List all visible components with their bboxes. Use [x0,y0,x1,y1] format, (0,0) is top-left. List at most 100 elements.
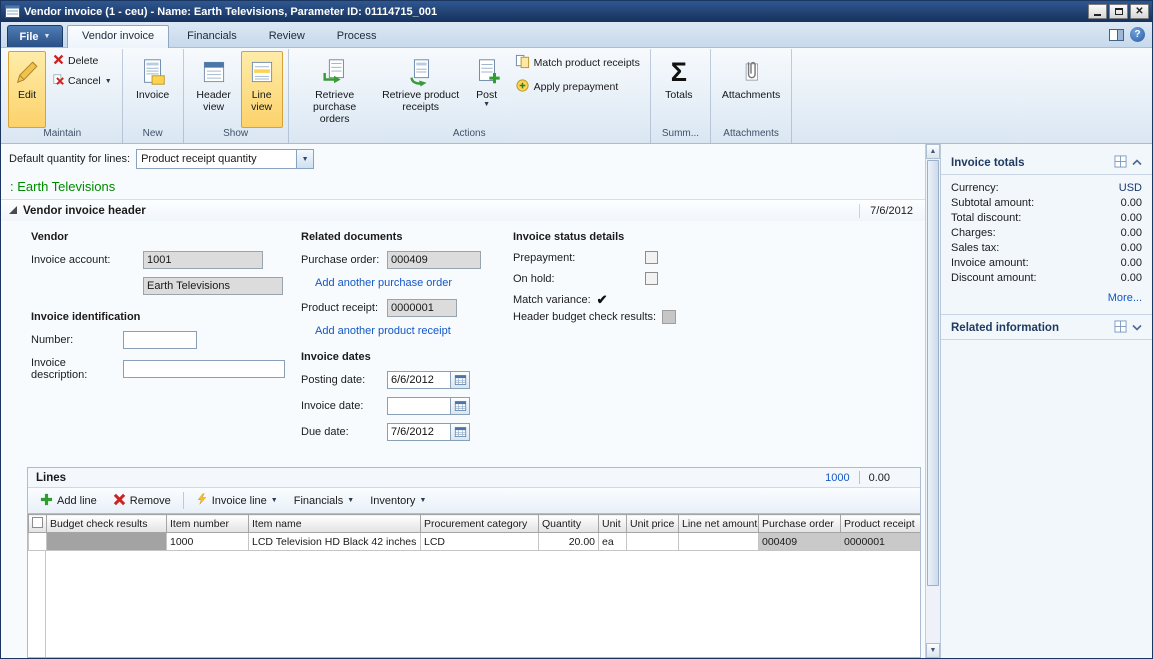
close-button[interactable]: ✕ [1130,4,1149,19]
remove-line-button[interactable]: Remove [106,491,178,511]
factbox-menu-icon[interactable] [1114,155,1127,171]
tab-financials[interactable]: Financials [173,26,251,47]
inventory-menu-button[interactable]: Inventory ▼ [363,493,433,509]
delete-button[interactable]: Delete [48,52,103,70]
edit-button[interactable]: Edit [8,51,46,128]
select-all-header[interactable] [29,515,47,533]
group-label-attachments: Attachments [714,128,788,143]
prepayment-checkbox[interactable] [645,251,658,264]
cancel-button[interactable]: Cancel ▼ [48,72,117,90]
chevron-down-icon[interactable] [1132,322,1142,334]
due-date-calendar-button[interactable] [451,423,470,441]
remove-label: Remove [130,495,171,507]
col-quantity[interactable]: Quantity [539,515,599,533]
header-view-icon [200,55,228,89]
select-all-checkbox[interactable] [32,517,43,528]
more-link[interactable]: More... [951,292,1142,304]
product-receipt-field[interactable]: 0000001 [387,299,457,317]
default-quantity-combobox[interactable]: Product receipt quantity ▼ [136,149,314,169]
invoice-account-field[interactable]: 1001 [143,251,263,269]
column-related-documents: Related documents Purchase order: 000409… [301,223,513,449]
col-budget-check-results[interactable]: Budget check results [47,515,167,533]
col-unit-price[interactable]: Unit price [627,515,679,533]
row-selector-cell[interactable] [29,533,47,551]
col-unit[interactable]: Unit [599,515,627,533]
col-item-number[interactable]: Item number [167,515,249,533]
invoice-description-input[interactable] [123,360,285,378]
line-view-button[interactable]: Line view [241,51,283,128]
table-row[interactable]: 1000 LCD Television HD Black 42 inches L… [29,533,921,551]
invoice-amount-label: Invoice amount: [951,257,1029,269]
invoice-identification-group-title: Invoice identification [31,311,301,323]
col-line-net-amount[interactable]: Line net amount [679,515,759,533]
divider [941,174,1152,175]
scrollbar-thumb[interactable] [927,160,939,586]
item-name-cell[interactable]: LCD Television HD Black 42 inches [249,533,421,551]
add-purchase-order-link[interactable]: Add another purchase order [315,277,513,289]
attachments-button[interactable]: Attachments [716,51,786,128]
apply-prepayment-button[interactable]: Apply prepayment [510,76,624,98]
invoice-date-calendar-button[interactable] [451,397,470,415]
section-title: Vendor invoice header [23,205,146,217]
header-view-button[interactable]: Header view [189,51,239,128]
number-input[interactable] [123,331,197,349]
tab-process[interactable]: Process [323,26,391,47]
help-icon: ? [1130,27,1145,42]
divider [859,471,860,484]
unit-cell[interactable]: ea [599,533,627,551]
add-line-button[interactable]: Add line [33,491,104,511]
add-product-receipt-link[interactable]: Add another product receipt [315,325,513,337]
invoice-line-menu-button[interactable]: Invoice line ▼ [189,490,285,511]
combobox-dropdown-button[interactable]: ▼ [296,150,313,168]
file-menu-button[interactable]: File▼ [7,25,63,47]
budget-check-cell [47,533,167,551]
retrieve-purchase-orders-button[interactable]: Retrieve purchase orders [294,51,376,128]
retrieve-product-receipts-button[interactable]: Retrieve product receipts [378,51,464,128]
col-procurement-category[interactable]: Procurement category [421,515,539,533]
posting-date-input[interactable] [387,371,451,389]
match-product-receipts-button[interactable]: Match product receipts [510,52,645,74]
on-hold-checkbox[interactable] [645,272,658,285]
unit-price-cell[interactable] [627,533,679,551]
apply-prepayment-icon [515,78,530,96]
item-number-cell[interactable]: 1000 [167,533,249,551]
product-receipt-cell[interactable]: 0000001 [841,533,921,551]
scroll-down-button[interactable]: ▼ [926,643,940,658]
vendor-invoice-window: Vendor invoice (1 - ceu) - Name: Earth T… [0,0,1153,659]
procurement-category-cell[interactable]: LCD [421,533,539,551]
invoice-date-input[interactable] [387,397,451,415]
totals-button[interactable]: Σ Totals [656,51,702,128]
factbox-pane: Invoice totals Currency:USD Subtotal amo… [940,144,1152,658]
invoice-button[interactable]: Invoice [128,51,178,128]
header-view-label: Header view [193,89,235,113]
factbox-menu-icon[interactable] [1114,320,1127,336]
financials-menu-button[interactable]: Financials ▼ [287,493,361,509]
layout-toggle-button[interactable] [1108,26,1125,43]
purchase-order-cell[interactable]: 000409 [759,533,841,551]
purchase-order-label: Purchase order: [301,254,387,266]
tab-vendor-invoice[interactable]: Vendor invoice [67,25,169,48]
scroll-up-button[interactable]: ▲ [926,144,940,159]
col-item-name[interactable]: Item name [249,515,421,533]
total-discount-label: Total discount: [951,212,1021,224]
fasttab-header[interactable]: Vendor invoice header 7/6/2012 [1,199,925,221]
maximize-button[interactable] [1109,4,1128,19]
vertical-scrollbar[interactable]: ▲ ▼ [925,144,940,658]
due-date-input[interactable] [387,423,451,441]
lines-ref-item-number[interactable]: 1000 [825,472,849,484]
line-net-amount-cell[interactable] [679,533,759,551]
ribbon-group-actions: Retrieve purchase orders Retrieve produc… [289,49,651,143]
quantity-cell[interactable]: 20.00 [539,533,599,551]
help-button[interactable]: ? [1129,26,1146,43]
posting-date-calendar-button[interactable] [451,371,470,389]
total-discount-value: 0.00 [1121,212,1142,224]
minimize-button[interactable] [1088,4,1107,19]
tab-review[interactable]: Review [255,26,319,47]
purchase-order-field[interactable]: 000409 [387,251,481,269]
scrollbar-track[interactable] [926,159,940,643]
post-button[interactable]: Post ▼ [466,51,508,128]
sales-tax-label: Sales tax: [951,242,999,254]
chevron-up-icon[interactable] [1132,157,1142,169]
col-product-receipt[interactable]: Product receipt [841,515,921,533]
col-purchase-order[interactable]: Purchase order [759,515,841,533]
